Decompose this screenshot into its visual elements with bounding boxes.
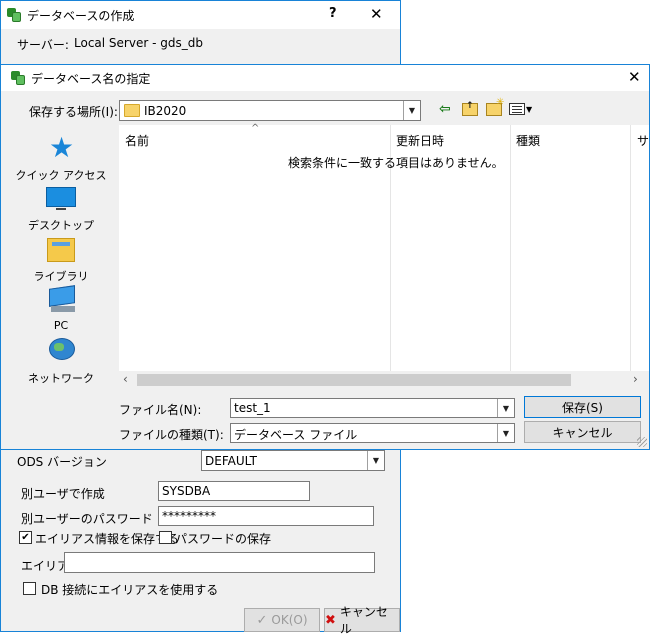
alt-password-label: 別ユーザーのパスワード [21, 512, 153, 526]
desktop-icon [46, 187, 76, 207]
horizontal-scrollbar[interactable]: ‹ › [119, 371, 649, 389]
scroll-left-icon[interactable]: ‹ [123, 372, 128, 386]
save-label: 保存(S) [562, 400, 603, 415]
column-header-name[interactable]: 名前 [125, 132, 149, 149]
ods-version-value: DEFAULT [205, 454, 257, 468]
save-in-label: 保存する場所(I): [29, 105, 118, 119]
cancel-button[interactable]: ✖ キャンセル [324, 605, 400, 636]
network-icon [49, 338, 75, 360]
close-icon[interactable]: ✕ [628, 68, 641, 86]
chevron-down-icon[interactable]: ▼ [526, 105, 532, 114]
new-folder-icon[interactable]: ✳ [486, 97, 504, 116]
save-password-label: パスワードの保存 [175, 532, 272, 546]
save-in-select[interactable]: IB2020 ▼ [119, 100, 421, 121]
ok-button[interactable]: ✓ OK(O) [244, 608, 320, 632]
chevron-down-icon[interactable]: ▼ [497, 424, 514, 442]
server-label: サーバー: [17, 38, 69, 52]
alias-field[interactable] [64, 552, 375, 573]
resize-grip-icon[interactable] [637, 437, 647, 447]
column-header-type[interactable]: 種類 [516, 132, 540, 149]
nav-desktop[interactable]: デスクトップ [9, 183, 113, 233]
save-alias-label: エイリアス情報を保存する [35, 532, 180, 546]
nav-pc[interactable]: PC [9, 285, 113, 335]
cancel-x-icon: ✖ [325, 612, 336, 628]
alt-password-value: ********* [162, 509, 216, 523]
server-value: Local Server - gds_db [74, 36, 203, 50]
library-icon [47, 238, 75, 262]
ods-version-label: ODS バージョン [17, 455, 107, 469]
chevron-down-icon[interactable]: ▼ [497, 399, 514, 417]
checkmark-icon: ✓ [256, 612, 268, 628]
nav-label: PC [53, 319, 69, 332]
help-button[interactable]: ? [329, 6, 337, 21]
file-list[interactable]: ^ 名前 更新日時 種類 サ 検索条件に一致する項目はありません。 ‹ › [119, 123, 649, 389]
use-alias-label: DB 接続にエイリアスを使用する [41, 583, 219, 597]
column-header-modified[interactable]: 更新日時 [396, 132, 444, 149]
up-folder-icon[interactable]: ↑ [462, 101, 478, 116]
nav-network[interactable]: ネットワーク [9, 336, 113, 386]
nav-library[interactable]: ライブラリ [9, 234, 113, 284]
filename-value: test_1 [234, 401, 271, 415]
pc-icon [49, 285, 75, 307]
app-icon [11, 71, 25, 85]
filetype-label: ファイルの種類(T): [119, 428, 224, 442]
save-button[interactable]: 保存(S) [524, 396, 641, 418]
nav-label: デスクトップ [28, 219, 94, 232]
ods-version-select[interactable]: DEFAULT ▼ [201, 450, 385, 471]
back-arrow-icon[interactable]: ⇦ [439, 101, 451, 117]
nav-label: クイック アクセス [15, 169, 107, 182]
app-icon [7, 8, 21, 22]
sort-up-icon: ^ [251, 123, 260, 134]
scroll-right-icon[interactable]: › [633, 372, 638, 386]
filetype-select[interactable]: データベース ファイル ▼ [230, 423, 515, 443]
alt-password-field[interactable]: ********* [158, 506, 374, 526]
empty-message: 検索条件に一致する項目はありません。 [288, 156, 504, 170]
nav-label: ネットワーク [28, 372, 94, 385]
folder-icon [124, 104, 140, 117]
dialog-title-bar: データベース名の指定 ✕ [1, 65, 649, 91]
alt-user-value: SYSDBA [162, 484, 211, 498]
filetype-value: データベース ファイル [234, 428, 358, 442]
dialog-cancel-label: キャンセル [552, 425, 613, 440]
close-icon[interactable]: ✕ [370, 5, 383, 23]
save-as-dialog: データベース名の指定 ✕ 保存する場所(I): IB2020 ▼ ⇦ ↑ ✳ ▼… [0, 64, 650, 450]
save-in-value: IB2020 [144, 104, 187, 118]
scrollbar-thumb[interactable] [137, 374, 571, 386]
column-header-size[interactable]: サ [637, 132, 649, 149]
chevron-down-icon[interactable]: ▼ [367, 451, 384, 470]
use-alias-checkbox[interactable] [23, 582, 36, 595]
star-icon: ★ [49, 131, 75, 164]
save-alias-checkbox[interactable]: ✔ [19, 531, 32, 544]
nav-quick-access[interactable]: ★ クイック アクセス [9, 133, 113, 183]
dialog-cancel-button[interactable]: キャンセル [524, 421, 641, 443]
chevron-down-icon[interactable]: ▼ [403, 101, 420, 120]
nav-label: ライブラリ [33, 270, 89, 283]
alt-user-field[interactable]: SYSDBA [158, 481, 310, 501]
window-title: データベースの作成 [27, 9, 135, 23]
view-menu-icon[interactable] [509, 103, 525, 115]
dialog-title: データベース名の指定 [31, 72, 151, 86]
filename-input[interactable]: test_1 ▼ [230, 398, 515, 418]
save-password-checkbox[interactable] [159, 531, 172, 544]
alt-user-label: 別ユーザで作成 [21, 487, 105, 501]
title-bar: データベースの作成 ? ✕ [1, 1, 400, 29]
filename-label: ファイル名(N): [119, 403, 202, 417]
ok-label: OK(O) [271, 613, 308, 627]
